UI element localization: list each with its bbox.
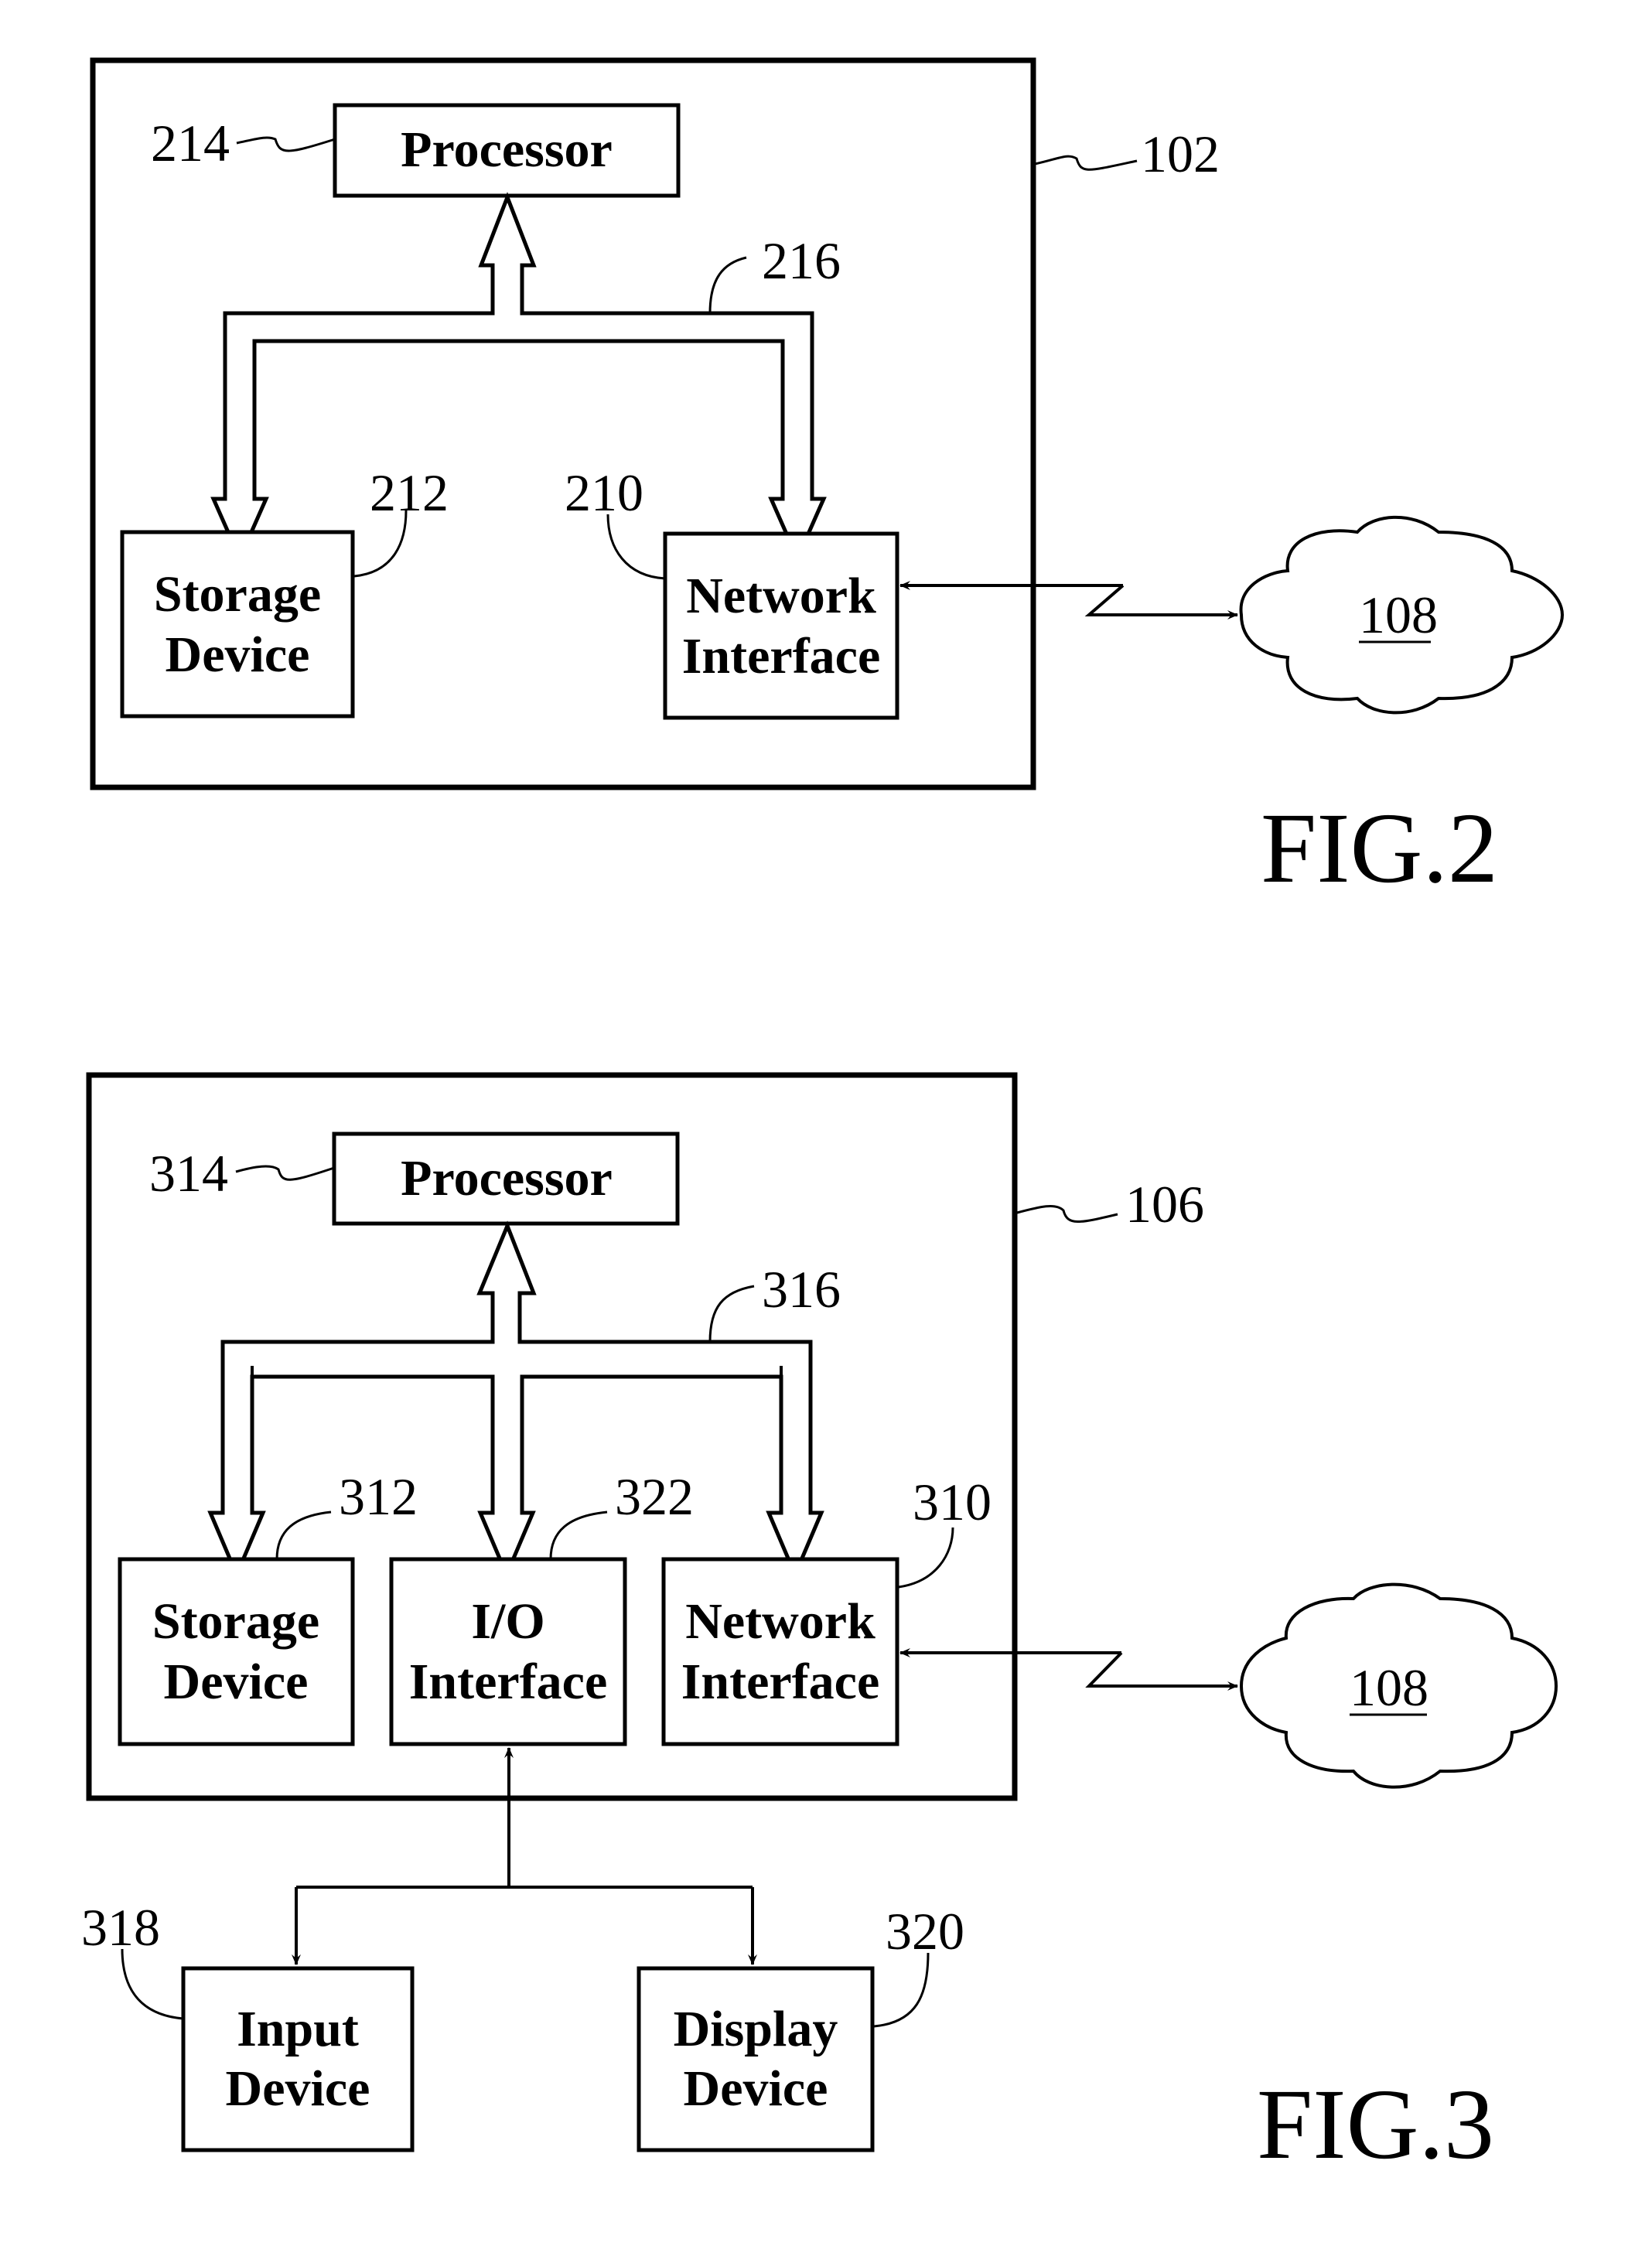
leader-102	[1034, 155, 1138, 171]
ref-102: 102	[1141, 125, 1220, 183]
storage-label-line2: Device	[164, 1654, 309, 1710]
ref-108: 108	[1350, 1658, 1428, 1717]
ref-106: 106	[1125, 1175, 1204, 1234]
ref-316: 316	[762, 1260, 841, 1319]
input-label-line2: Device	[226, 2060, 370, 2117]
leader-210	[606, 514, 666, 580]
ref-310: 310	[913, 1473, 992, 1531]
display-label-line1: Display	[674, 2001, 838, 2057]
network-label-line1: Network	[686, 568, 876, 624]
io-interface-box	[389, 1557, 627, 1746]
leader-310	[898, 1527, 954, 1589]
network-label-line2: Interface	[681, 1654, 880, 1710]
display-device-box	[637, 1966, 875, 2152]
network-label-line2: Interface	[682, 628, 881, 684]
leader-216	[708, 256, 747, 314]
leader-316	[708, 1285, 755, 1343]
input-label-line1: Input	[237, 2001, 359, 2057]
leader-214	[236, 136, 336, 152]
display-label-line2: Device	[684, 2060, 828, 2117]
processor-label: Processor	[401, 121, 613, 178]
bus-216	[210, 192, 827, 564]
ref-214: 214	[151, 114, 230, 172]
patent-drawing: 102 Processor 214 216 Storage Device 212…	[81, 57, 1565, 2180]
figure-caption: FIG.3	[1257, 2069, 1494, 2180]
storage-device-box	[118, 1557, 355, 1746]
link-arrow-to-cloud	[1085, 1651, 1238, 1691]
ref-314: 314	[149, 1144, 228, 1203]
io-label-line2: Interface	[409, 1654, 608, 1710]
bus-316	[207, 1220, 824, 1580]
network-label-line1: Network	[685, 1593, 875, 1650]
figure-2: 102 Processor 214 216 Storage Device 212…	[90, 57, 1565, 904]
storage-label-line2: Device	[166, 626, 310, 683]
ref-210: 210	[565, 463, 643, 522]
figure-3: 106 Processor 314 316 Storage Device 312…	[81, 1072, 1558, 2180]
network-interface-box	[663, 531, 899, 720]
ref-212: 212	[370, 463, 449, 522]
ref-318: 318	[81, 1898, 160, 1957]
ref-312: 312	[339, 1467, 418, 1526]
leader-314	[235, 1165, 335, 1181]
input-device-box	[181, 1966, 415, 2152]
ref-216: 216	[762, 231, 841, 290]
ref-108: 108	[1359, 585, 1438, 644]
link-arrow-to-cloud	[1084, 584, 1238, 620]
storage-label-line1: Storage	[152, 1593, 319, 1650]
leader-320	[873, 1952, 930, 2028]
storage-label-line1: Storage	[154, 566, 321, 623]
storage-device-box	[120, 530, 355, 719]
ref-320: 320	[886, 1902, 964, 1961]
leader-318	[121, 1948, 184, 2020]
figure-caption: FIG.2	[1261, 793, 1498, 904]
processor-label: Processor	[401, 1150, 613, 1207]
leader-312	[275, 1510, 332, 1560]
leader-106	[1016, 1205, 1118, 1223]
ref-322: 322	[615, 1467, 694, 1526]
leader-322	[549, 1510, 608, 1560]
network-interface-box	[661, 1557, 899, 1746]
io-label-line1: I/O	[471, 1593, 544, 1650]
